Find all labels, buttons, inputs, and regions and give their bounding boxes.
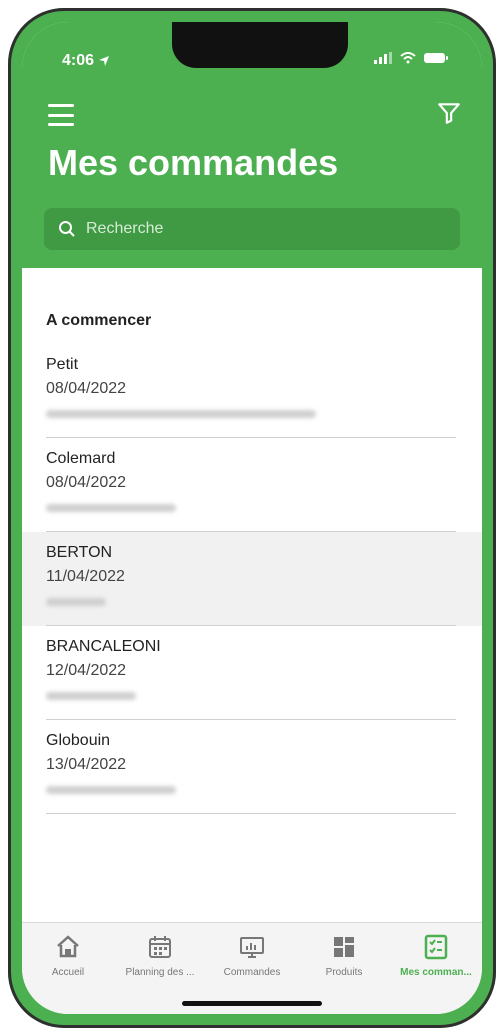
home-icon: [57, 935, 79, 958]
order-row[interactable]: BRANCALEONI 12/04/2022: [22, 626, 482, 720]
notch: [172, 22, 348, 68]
search-input[interactable]: [84, 219, 446, 239]
order-row[interactable]: Globouin 13/04/2022: [22, 720, 482, 814]
blurred-details: [46, 598, 106, 606]
phone-frame: 4:06 Mes commandes Recherche A commencer…: [8, 8, 496, 1028]
wifi-icon: [400, 52, 416, 64]
hamburger-icon-line: [48, 104, 74, 107]
order-row[interactable]: Petit 08/04/2022: [22, 344, 482, 438]
status-bar-time: 4:06: [62, 52, 110, 70]
blurred-details: [46, 786, 176, 794]
tab-label: Produits: [325, 967, 363, 978]
tab-label: Planning des ...: [125, 967, 195, 978]
tab-label: Mes comman...: [400, 967, 472, 978]
page-title: Mes commandes: [48, 142, 339, 183]
checklist-icon: [424, 934, 448, 960]
order-row[interactable]: BERTON 11/04/2022: [22, 532, 482, 626]
tab-mes-commandes[interactable]: Mes comman...: [394, 933, 478, 1014]
tab-label: Commandes: [223, 967, 281, 978]
grid-icon: [334, 937, 354, 957]
search-bar[interactable]: [44, 208, 460, 250]
order-name: Petit: [46, 356, 79, 373]
order-row[interactable]: Colemard 08/04/2022: [22, 438, 482, 532]
battery-icon: [424, 53, 448, 63]
order-date: 11/04/2022: [46, 568, 125, 585]
orders-list: Petit 08/04/2022 Colemard 08/04/2022 BER…: [22, 344, 482, 814]
orders-content: A commencer Petit 08/04/2022 Colemard 08…: [22, 268, 482, 922]
blurred-details: [46, 692, 136, 700]
hamburger-icon-line: [48, 113, 74, 117]
monitor-chart-icon: [240, 937, 264, 958]
order-name: BERTON: [46, 544, 113, 561]
section-title: A commencer: [46, 312, 152, 329]
blurred-details: [46, 410, 316, 418]
order-date: 08/04/2022: [46, 380, 127, 397]
location-arrow-icon: [99, 56, 110, 66]
filter-icon[interactable]: [436, 100, 462, 126]
order-date: 12/04/2022: [46, 662, 127, 679]
tab-label: Accueil: [51, 967, 85, 978]
order-date: 08/04/2022: [46, 474, 127, 491]
calendar-icon: [149, 936, 171, 958]
order-name: BRANCALEONI: [46, 638, 161, 655]
order-name: Globouin: [46, 732, 111, 749]
order-date: 13/04/2022: [46, 756, 127, 773]
screen: 4:06 Mes commandes Recherche A commencer…: [22, 22, 482, 1014]
app-header: 4:06 Mes commandes Recherche: [22, 22, 482, 268]
hamburger-icon-line: [48, 123, 74, 126]
time-text: 4:06: [62, 52, 95, 69]
order-name: Colemard: [46, 450, 116, 467]
search-icon: [59, 221, 75, 237]
bottom-tab-bar: Accueil Planning des ... Commandes Produ…: [22, 922, 482, 1014]
tab-accueil[interactable]: Accueil: [26, 933, 110, 1014]
signal-icon: [374, 52, 392, 64]
blurred-details: [46, 504, 176, 512]
row-divider: [46, 813, 456, 814]
home-indicator[interactable]: [182, 1001, 322, 1006]
status-icons: [374, 52, 448, 64]
menu-button[interactable]: [48, 104, 74, 126]
